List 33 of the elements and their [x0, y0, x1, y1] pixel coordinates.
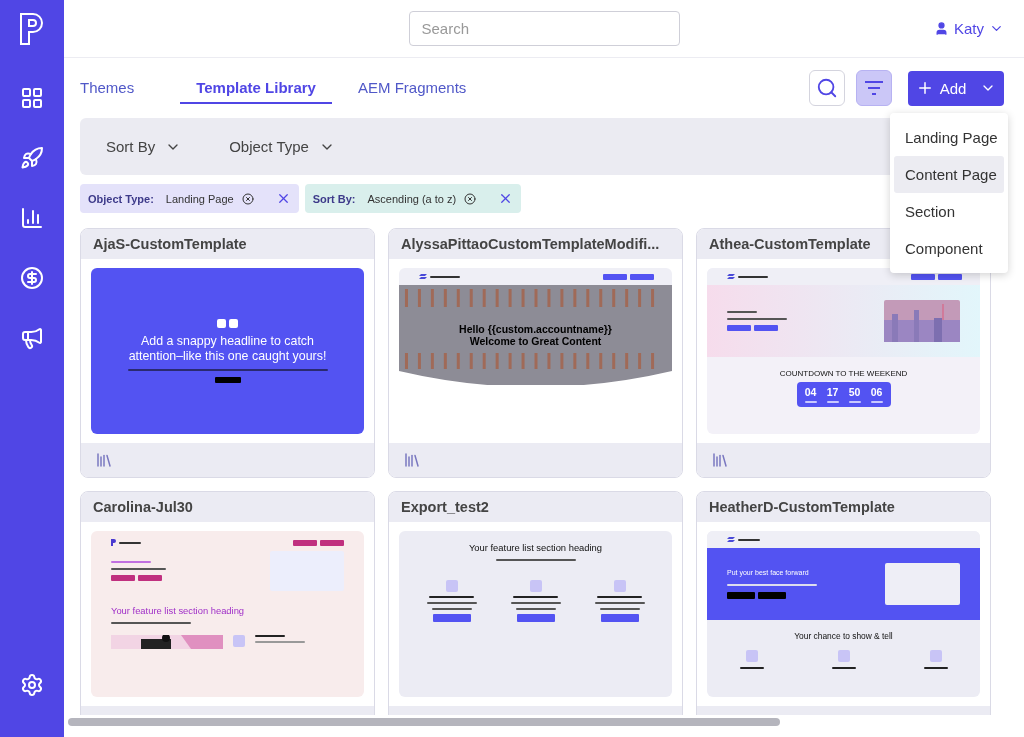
- preview-heading: Your chance to show & tell: [794, 632, 893, 642]
- add-button[interactable]: Add: [908, 70, 1004, 106]
- preview-heading: Your feature list section heading: [111, 606, 246, 617]
- card-title: AjaS-CustomTemplate: [81, 229, 374, 259]
- template-card[interactable]: Carolina-Jul30 Your feature list section heading: [80, 491, 375, 715]
- preview-headline: Add a snappy headline to catch attention–like this one caught yours!: [127, 334, 328, 363]
- countdown-value: 50: [848, 386, 861, 399]
- tab[interactable]: Template Library: [180, 72, 332, 104]
- search-field[interactable]: Search: [408, 11, 680, 46]
- card-title: Export_test2: [389, 492, 682, 522]
- preview-headline: Welcome to Great Content: [469, 335, 602, 348]
- preview-headline: Hello {{custom.accountname}}: [459, 322, 612, 335]
- preview-heading: Your feature list section heading: [468, 543, 603, 554]
- tab[interactable]: AEM Fragments: [341, 72, 483, 104]
- card-title: Carolina-Jul30: [81, 492, 374, 522]
- card-title: AlyssaPittaoCustomTemplateModifi...: [389, 229, 682, 259]
- filter-dropdown[interactable]: Sort By: [94, 138, 194, 155]
- chip-text: Object Type: Landing Page: [88, 192, 234, 205]
- user-menu[interactable]: Katy: [934, 20, 1004, 37]
- menu-item[interactable]: Landing Page: [894, 119, 1004, 156]
- tab[interactable]: Themes: [80, 72, 151, 104]
- card-title: HeatherD-CustomTemplate: [697, 492, 990, 522]
- chip-text: Sort By: Ascending (a to z): [312, 192, 457, 205]
- menu-item[interactable]: Section: [894, 193, 1004, 230]
- filter-dropdown[interactable]: Object Type: [217, 138, 347, 155]
- countdown-title: COUNTDOWN TO THE WEEKEND: [779, 369, 908, 379]
- countdown-value: 17: [826, 386, 839, 399]
- countdown-value: 04: [804, 386, 817, 399]
- template-card[interactable]: Export_test2 Your feature list section heading: [388, 491, 683, 715]
- template-card[interactable]: AjaS-CustomTemplate Add a snappy headline to catch attention–like this one caught yours!: [80, 228, 375, 478]
- countdown-value: 06: [870, 386, 883, 399]
- menu-item[interactable]: Content Page: [894, 156, 1004, 193]
- template-card[interactable]: AlyssaPittaoCustomTemplateModifi... Hello {{custom.accountname}} Welcome to Great Content: [388, 228, 683, 478]
